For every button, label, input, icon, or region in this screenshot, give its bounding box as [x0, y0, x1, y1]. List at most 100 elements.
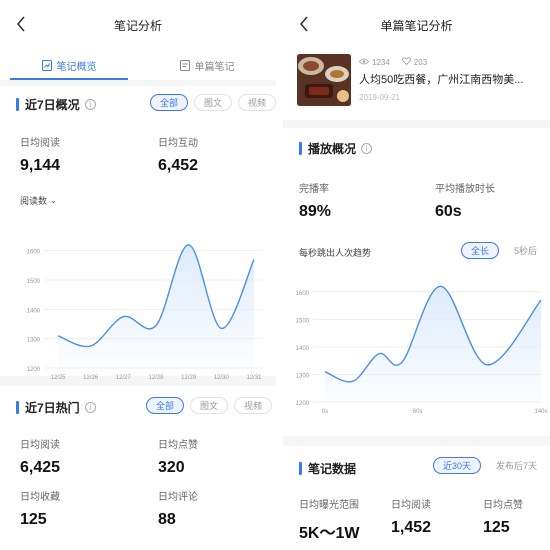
- filter-image-text[interactable]: 图文: [194, 94, 233, 111]
- x-tick-label: 12/29: [181, 375, 197, 381]
- filter-after-5s[interactable]: 5秒后: [505, 242, 546, 259]
- filter-all[interactable]: 全部: [146, 397, 185, 414]
- section-marker: [299, 142, 302, 155]
- y-tick-label: 1300: [296, 373, 310, 379]
- note-summary[interactable]: 1234 203 人均50吃西餐，广州江南西物美... 2019-09-21: [297, 54, 542, 106]
- page-title: 笔记分析: [113, 18, 162, 33]
- content-filter: 全部 图文 视频: [150, 94, 276, 111]
- page-title: 单篇笔记分析: [380, 18, 453, 33]
- filter-last-30-days[interactable]: 近30天: [433, 457, 482, 474]
- period-filter: 近30天 发布后7天: [433, 457, 546, 474]
- single-note-analysis-screen: 单篇笔记分析 1234 203 人均50吃西餐，广州江南西物美... 2019-…: [283, 0, 550, 550]
- metric-value: 1,452: [391, 519, 432, 536]
- filter-video[interactable]: 视频: [238, 94, 276, 111]
- info-icon[interactable]: i: [84, 99, 96, 110]
- metric-value: 6,452: [158, 157, 199, 174]
- metric-daily-reads: 日均阅读 9,144: [20, 134, 60, 175]
- section-title: 近7日概况: [25, 98, 80, 112]
- selector-label: 阅读数: [20, 196, 48, 206]
- metric-daily-likes: 日均点赞 320: [158, 436, 198, 477]
- content-filter: 全部 图文 视频: [146, 397, 273, 414]
- tab-notes-overview[interactable]: 笔记概览: [0, 50, 138, 80]
- note-data-card: 笔记数据 近30天 发布后7天 日均曝光范围 5K～1W 日均阅读 1,452 …: [283, 446, 550, 550]
- tab-bar: 笔记概览 单篇笔记: [0, 50, 276, 80]
- x-tick-label: 12/31: [246, 375, 262, 381]
- eye-icon: [358, 58, 370, 67]
- metric-daily-reads: 日均阅读 1,452: [391, 496, 431, 537]
- metric-average-duration: 平均播放时长 60s: [435, 180, 495, 221]
- metric-label: 日均评论: [158, 492, 198, 503]
- info-icon[interactable]: i: [361, 143, 373, 154]
- metric-label: 日均互动: [158, 138, 198, 149]
- metric-daily-likes: 日均点赞 125: [483, 496, 523, 537]
- playback-card: 播放概况 i 完播率 89% 平均播放时长 60s 每秒跳出人次趋势 全长 5秒…: [283, 128, 550, 436]
- section-marker: [299, 462, 302, 475]
- filter-full-length[interactable]: 全长: [461, 242, 500, 259]
- hot-card: 近7日热门 i 全部 图文 视频 日均阅读 6,425 日均点赞 320 日均收…: [0, 386, 276, 550]
- metric-label: 日均阅读: [20, 138, 60, 149]
- section-title: 近7日热门: [25, 401, 80, 415]
- likes-count: 203: [413, 57, 428, 67]
- note-analysis-screen: 笔记分析 笔记概览 单篇笔记 近7日概况 i 全部 图文 视频 日均阅读 9,1…: [0, 0, 276, 550]
- section-header: 近7日热门 i: [16, 399, 96, 416]
- chevron-down-icon: ⌄: [50, 196, 57, 205]
- section-header: 近7日概况 i: [16, 96, 96, 113]
- filter-7-days-after-publish[interactable]: 发布后7天: [487, 457, 546, 474]
- series-area: [325, 286, 541, 402]
- y-tick-label: 1500: [296, 318, 310, 324]
- metric-daily-reads: 日均阅读 6,425: [20, 436, 60, 477]
- metric-label: 日均点赞: [483, 500, 523, 511]
- metric-label: 日均点赞: [158, 440, 198, 451]
- metric-value: 9,144: [20, 157, 61, 174]
- metric-label: 日均曝光范围: [299, 500, 359, 511]
- section-header: 笔记数据: [299, 460, 356, 477]
- chart-metric-selector[interactable]: 阅读数 ⌄: [20, 194, 57, 207]
- range-filter: 全长 5秒后: [461, 242, 546, 259]
- metric-value: 6,425: [20, 459, 61, 476]
- note-stats: 1234 203: [358, 57, 428, 67]
- y-tick-label: 1200: [27, 367, 41, 373]
- metric-label: 日均阅读: [20, 440, 60, 451]
- heart-icon: [401, 57, 411, 67]
- info-icon[interactable]: i: [84, 402, 96, 413]
- metric-daily-saves: 日均收藏 125: [20, 488, 60, 529]
- filter-all[interactable]: 全部: [150, 94, 189, 111]
- x-tick-label: 12/26: [83, 375, 99, 381]
- series-area: [58, 244, 254, 368]
- filter-video[interactable]: 视频: [234, 397, 273, 414]
- likes-stat: 203: [401, 57, 428, 67]
- y-tick-label: 1600: [27, 250, 41, 256]
- tab-single-note[interactable]: 单篇笔记: [138, 50, 276, 80]
- y-tick-label: 1500: [27, 279, 41, 285]
- document-icon: [179, 59, 190, 71]
- back-icon[interactable]: [299, 16, 313, 34]
- nav-bar: 笔记分析: [0, 0, 276, 50]
- note-thumbnail: [297, 54, 351, 106]
- filter-image-text[interactable]: 图文: [190, 397, 229, 414]
- section-header: 播放概况 i: [299, 140, 373, 157]
- y-tick-label: 1400: [296, 346, 310, 352]
- section-title: 笔记数据: [308, 462, 357, 476]
- exits-trend-chart: 1200 1300 1400 1500 1600 0s 60s 140s: [296, 285, 548, 415]
- metric-exposure-range: 日均曝光范围 5K～1W: [299, 496, 359, 543]
- metric-value: 5K～1W: [299, 525, 360, 542]
- tab-label: 单篇笔记: [194, 61, 235, 73]
- overview-card: 近7日概况 i 全部 图文 视频 日均阅读 9,144 日均互动 6,452 阅…: [0, 86, 276, 381]
- x-tick-label: 12/27: [116, 375, 132, 381]
- metric-label: 日均阅读: [391, 500, 431, 511]
- x-tick-label: 140s: [534, 409, 547, 415]
- x-tick-label: 12/28: [148, 375, 164, 381]
- section-title: 播放概况: [308, 142, 357, 156]
- metric-completion-rate: 完播率 89%: [299, 180, 331, 221]
- x-tick-label: 60s: [413, 409, 423, 415]
- note-title: 人均50吃西餐，广州江南西物美...: [359, 74, 524, 86]
- metric-label: 完播率: [299, 184, 329, 195]
- views-count: 1234: [372, 57, 390, 67]
- tab-label: 笔记概览: [56, 61, 97, 73]
- metric-value: 125: [20, 511, 47, 528]
- chart-title: 每秒跳出人次趋势: [299, 248, 372, 258]
- metric-value: 88: [158, 511, 176, 528]
- y-tick-label: 1300: [27, 338, 41, 344]
- metric-value: 320: [158, 459, 185, 476]
- back-icon[interactable]: [16, 16, 30, 34]
